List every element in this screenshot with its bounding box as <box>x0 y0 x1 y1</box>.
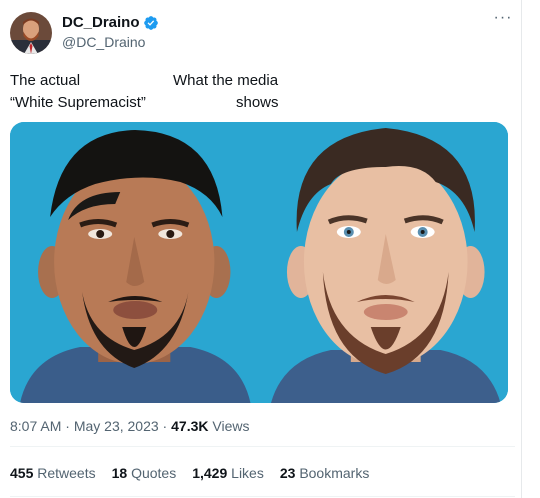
stat-likes[interactable]: 1,429 Likes <box>192 465 264 481</box>
caption-left-line1: The actual <box>10 72 81 89</box>
views-label: Views <box>212 418 250 434</box>
stat-label: Quotes <box>131 465 177 481</box>
engagement-stats: 455 Retweets 18 Quotes 1,429 Likes 23 Bo… <box>10 465 369 481</box>
tweet-date[interactable]: May 23, 2023 <box>74 418 159 434</box>
name-row: DC_Draino <box>62 14 159 31</box>
stat-count: 455 <box>10 465 34 481</box>
tweet-meta: 8:07 AM · May 23, 2023 · 47.3K Views <box>10 418 249 434</box>
caption-left-line2: “White Supremacist” <box>10 94 146 111</box>
stat-count: 1,429 <box>192 465 228 481</box>
meta-separator: · <box>158 418 172 434</box>
stat-quotes[interactable]: 18 Quotes <box>112 465 177 481</box>
verified-badge-icon <box>143 15 158 30</box>
tweet-header: DC_Draino @DC_Draino ··· <box>10 10 515 56</box>
views-count: 47.3K <box>171 418 209 434</box>
stat-bookmarks[interactable]: 23 Bookmarks <box>280 465 370 481</box>
stat-retweets[interactable]: 455 Retweets <box>10 465 96 481</box>
display-name[interactable]: DC_Draino <box>62 14 140 31</box>
user-handle[interactable]: @DC_Draino <box>62 34 145 50</box>
tweet-card: DC_Draino @DC_Draino ··· The actual “Whi… <box>0 0 522 498</box>
more-options-icon[interactable]: ··· <box>491 10 515 30</box>
divider <box>10 496 515 497</box>
tweet-text: The actual “White Supremacist” What the … <box>10 70 510 114</box>
avatar[interactable] <box>10 12 52 54</box>
right-face-illustration <box>260 122 508 403</box>
stat-label: Retweets <box>37 465 96 481</box>
divider <box>10 446 515 447</box>
avatar-image <box>10 12 52 54</box>
stat-label: Likes <box>231 465 264 481</box>
left-face-illustration <box>10 122 258 403</box>
meta-separator: · <box>61 418 74 434</box>
tweet-time[interactable]: 8:07 AM <box>10 418 61 434</box>
stat-count: 23 <box>279 465 296 481</box>
tweet-media[interactable] <box>10 122 508 403</box>
stat-label: Bookmarks <box>299 465 370 481</box>
mugshot-photo-left[interactable] <box>10 122 258 403</box>
mugshot-photo-right[interactable] <box>260 122 508 403</box>
stat-count: 18 <box>111 465 128 481</box>
caption-right-line1: What the media <box>173 72 279 89</box>
caption-right-line2: shows <box>236 94 279 111</box>
